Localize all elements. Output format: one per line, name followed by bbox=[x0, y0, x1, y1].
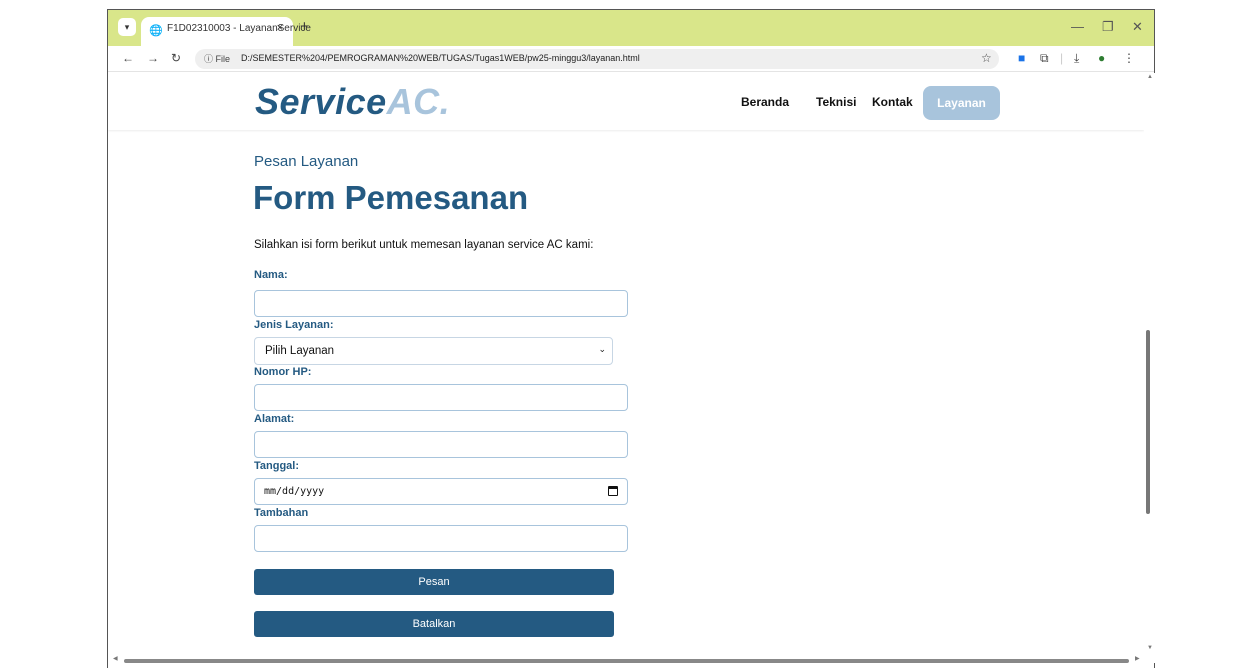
site-logo[interactable]: ServiceAC. bbox=[255, 81, 450, 123]
tanggal-label: Tanggal: bbox=[254, 460, 300, 472]
new-tab-button[interactable]: + bbox=[300, 18, 309, 36]
scroll-right-icon[interactable]: ▶ bbox=[1135, 655, 1140, 662]
download-icon[interactable]: ⤓ bbox=[1074, 51, 1079, 66]
scroll-down-icon[interactable]: ▼ bbox=[1147, 645, 1153, 651]
jenis-layanan-value: Pilih Layanan bbox=[265, 345, 335, 357]
address-bar: ← → ↻ ⓘ File D:/SEMESTER%204/PEMROGRAMAN… bbox=[108, 46, 1154, 72]
back-icon[interactable]: ← bbox=[122, 51, 134, 65]
site-header: ServiceAC. Beranda Teknisi Kontak Layana… bbox=[108, 73, 1144, 130]
nav-teknisi[interactable]: Teknisi bbox=[816, 95, 856, 109]
url-text[interactable]: D:/SEMESTER%204/PEMROGRAMAN%20WEB/TUGAS/… bbox=[241, 53, 640, 63]
page-subtitle: Pesan Layanan bbox=[254, 153, 359, 170]
scroll-left-icon[interactable]: ◀ bbox=[113, 655, 118, 662]
omnibox[interactable]: ⓘ File D:/SEMESTER%204/PEMROGRAMAN%20WEB… bbox=[195, 49, 999, 69]
nomor-hp-label: Nomor HP: bbox=[254, 366, 312, 378]
globe-icon: 🌐 bbox=[149, 25, 163, 37]
nama-label: Nama: bbox=[254, 269, 288, 281]
vertical-scroll-thumb[interactable] bbox=[1146, 330, 1150, 514]
puzzle-icon[interactable]: ⧉ bbox=[1040, 51, 1049, 66]
tambahan-input[interactable] bbox=[254, 525, 628, 552]
active-tab[interactable]: 🌐 F1D02310003 - LayananService × bbox=[141, 17, 311, 46]
jenis-layanan-select[interactable]: Pilih Layanan ⌄ bbox=[254, 337, 613, 365]
tab-search-button[interactable]: ▾ bbox=[118, 18, 136, 36]
tanggal-input[interactable]: mm/dd/yyyy bbox=[254, 478, 628, 505]
kebab-menu-icon[interactable]: ⋮ bbox=[1123, 51, 1135, 65]
batalkan-button[interactable]: Batalkan bbox=[254, 611, 614, 637]
close-window-icon[interactable]: ✕ bbox=[1132, 19, 1143, 35]
form-intro: Silahkan isi form berikut untuk memesan … bbox=[254, 239, 594, 251]
alamat-label: Alamat: bbox=[254, 413, 295, 425]
pesan-button[interactable]: Pesan bbox=[254, 569, 614, 595]
browser-window: ▾ 🌐 F1D02310003 - LayananService × + — ❐… bbox=[107, 9, 1156, 669]
reload-icon[interactable]: ↻ bbox=[171, 51, 181, 65]
nav-kontak[interactable]: Kontak bbox=[872, 95, 913, 109]
forward-icon[interactable]: → bbox=[147, 51, 159, 65]
restore-icon[interactable]: ❐ bbox=[1102, 19, 1114, 35]
calendar-icon[interactable] bbox=[608, 486, 618, 496]
tambahan-label: Tambahan bbox=[254, 507, 309, 519]
extension-icon[interactable]: ■ bbox=[1018, 51, 1025, 65]
nav-beranda[interactable]: Beranda bbox=[741, 95, 789, 109]
minimize-icon[interactable]: — bbox=[1071, 19, 1084, 34]
page-title: Form Pemesanan bbox=[253, 179, 529, 216]
nama-input[interactable] bbox=[254, 290, 628, 317]
jenis-layanan-label: Jenis Layanan: bbox=[254, 319, 334, 331]
profile-avatar-icon[interactable]: ● bbox=[1098, 51, 1105, 65]
tanggal-placeholder: mm/dd/yyyy bbox=[264, 486, 325, 497]
bookmark-star-icon[interactable]: ☆ bbox=[981, 51, 992, 65]
tab-close-icon[interactable]: × bbox=[277, 22, 283, 34]
tab-bar: ▾ 🌐 F1D02310003 - LayananService × + — ❐… bbox=[108, 10, 1154, 46]
alamat-input[interactable] bbox=[254, 431, 628, 458]
page-content: ServiceAC. Beranda Teknisi Kontak Layana… bbox=[108, 73, 1144, 663]
scroll-up-icon[interactable]: ▲ bbox=[1147, 74, 1153, 80]
horizontal-scroll-thumb[interactable] bbox=[124, 659, 1129, 663]
chevron-down-icon: ⌄ bbox=[598, 344, 606, 354]
nav-layanan[interactable]: Layanan bbox=[923, 86, 1000, 120]
toolbar-divider: | bbox=[1060, 51, 1064, 65]
site-info-icon[interactable]: ⓘ File bbox=[204, 52, 230, 65]
tab-title: F1D02310003 - LayananService bbox=[167, 23, 311, 34]
nomor-hp-input[interactable] bbox=[254, 384, 628, 411]
